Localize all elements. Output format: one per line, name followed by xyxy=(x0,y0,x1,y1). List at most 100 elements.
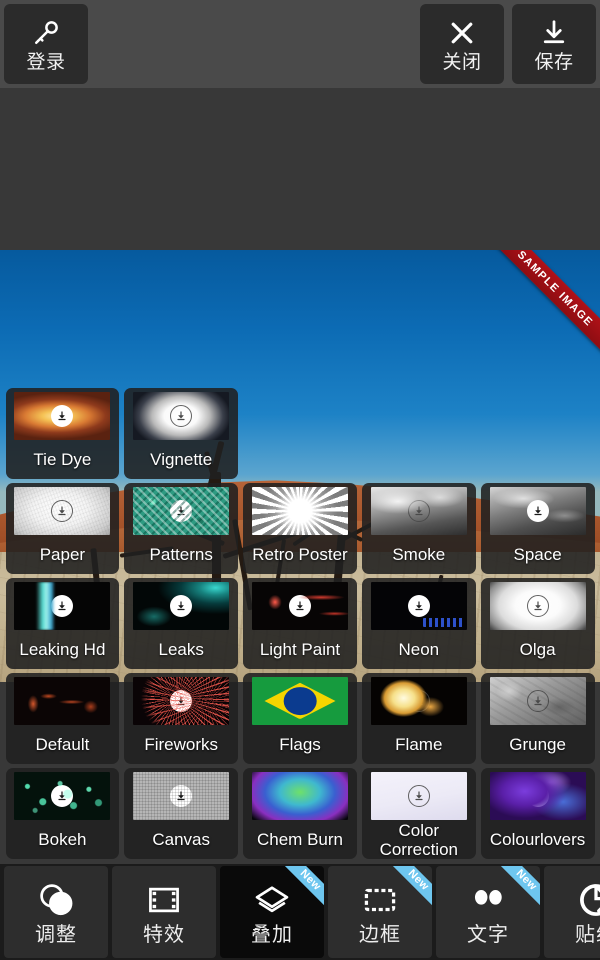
filter-thumbnail xyxy=(251,582,348,630)
download-icon[interactable] xyxy=(51,500,74,522)
filter-thumbnail xyxy=(251,487,348,535)
download-icon[interactable] xyxy=(170,500,193,522)
filter-label: Patterns xyxy=(149,544,213,564)
download-icon[interactable] xyxy=(526,785,549,807)
filter-tile[interactable]: Tie Dye xyxy=(5,388,120,479)
tab-adjust[interactable]: 调整 xyxy=(4,866,108,958)
filter-tile[interactable]: Bokeh xyxy=(5,768,120,859)
filter-thumbnail xyxy=(370,487,467,535)
download-icon[interactable] xyxy=(288,500,311,522)
tab-overlay[interactable]: 叠加 New xyxy=(220,866,324,958)
filter-thumbnail xyxy=(489,582,586,630)
filter-label: Colourlovers xyxy=(489,830,586,849)
filter-label: Vignette xyxy=(150,449,213,469)
filter-tile[interactable]: Olga xyxy=(480,578,595,669)
filter-label: Space xyxy=(513,544,562,564)
close-icon xyxy=(447,16,477,50)
filter-tile[interactable]: Color Correction xyxy=(361,768,476,859)
filter-thumbnail xyxy=(133,677,230,725)
filter-tile[interactable]: Fireworks xyxy=(124,673,239,764)
download-icon[interactable] xyxy=(170,595,193,617)
tab-label: 贴纸 xyxy=(575,924,600,946)
filter-thumbnail xyxy=(370,582,467,630)
filter-label: Chem Burn xyxy=(257,829,343,849)
frame-icon xyxy=(361,879,399,921)
filter-thumbnail xyxy=(133,582,230,630)
download-icon[interactable] xyxy=(170,405,193,427)
filter-label: Flame xyxy=(395,734,443,754)
filter-tile[interactable]: Neon xyxy=(361,578,476,669)
flag-globe xyxy=(283,687,317,715)
filter-thumbnail xyxy=(370,677,467,725)
filter-thumbnail xyxy=(14,392,111,440)
save-button[interactable]: 保存 xyxy=(512,4,596,84)
filter-tile[interactable]: Colourlovers xyxy=(480,768,595,859)
quote-icon xyxy=(469,879,507,921)
filter-tile[interactable]: Flags xyxy=(243,673,357,764)
filter-tile[interactable]: Canvas xyxy=(124,768,239,859)
filter-tile[interactable]: Vignette xyxy=(124,388,239,479)
download-icon[interactable] xyxy=(526,500,549,522)
download-icon[interactable] xyxy=(51,405,74,427)
filter-thumbnail xyxy=(489,772,586,820)
filter-tile[interactable]: Leaks xyxy=(124,578,239,669)
save-download-icon xyxy=(539,16,569,50)
filter-thumbnail xyxy=(370,772,467,820)
filter-thumbnail xyxy=(489,487,586,535)
filter-tile[interactable]: Space xyxy=(480,483,595,574)
filter-thumbnail xyxy=(14,487,111,535)
download-icon[interactable] xyxy=(51,595,74,617)
tab-text[interactable]: 文字 New xyxy=(436,866,540,958)
filter-tile[interactable]: Light Paint xyxy=(243,578,357,669)
filter-label: Paper xyxy=(39,544,86,564)
filter-label: Default xyxy=(35,734,90,754)
filter-tile[interactable]: Paper xyxy=(5,483,120,574)
close-button[interactable]: 关闭 xyxy=(420,4,504,84)
save-label: 保存 xyxy=(534,52,574,73)
download-icon[interactable] xyxy=(526,595,549,617)
download-icon[interactable] xyxy=(170,690,193,712)
filter-label: Color Correction xyxy=(379,820,458,859)
login-label: 登录 xyxy=(26,52,66,73)
filter-thumbnail xyxy=(133,487,230,535)
download-icon[interactable] xyxy=(407,500,430,522)
download-icon[interactable] xyxy=(526,690,549,712)
filter-label: Canvas xyxy=(152,829,211,849)
filter-tile[interactable]: Chem Burn xyxy=(243,768,357,859)
close-label: 关闭 xyxy=(442,52,482,73)
filter-label: Grunge xyxy=(509,734,566,754)
filter-tile[interactable]: Leaking Hd xyxy=(5,578,120,669)
grid-empty-cell xyxy=(359,386,478,481)
bottom-tab-bar: 调整 特效 叠加New边框New文字New 贴纸 xyxy=(0,864,600,960)
download-icon[interactable] xyxy=(288,785,311,807)
filter-thumbnail xyxy=(14,582,111,630)
filter-thumbnail xyxy=(133,392,230,440)
overlay-filter-grid: Tie Dye Vignette Paper Patterns Retro Poster… xyxy=(0,386,600,866)
filter-tile[interactable]: Grunge xyxy=(480,673,595,764)
filter-tile[interactable]: Retro Poster xyxy=(243,483,357,574)
tab-sticker[interactable]: 贴纸 xyxy=(544,866,600,958)
download-icon[interactable] xyxy=(407,785,430,807)
filter-thumbnail xyxy=(251,772,348,820)
filter-tile[interactable]: Flame xyxy=(361,673,476,764)
filter-thumbnail xyxy=(133,772,230,820)
download-icon[interactable] xyxy=(407,595,430,617)
filter-label: Light Paint xyxy=(259,640,341,659)
filter-label: Bokeh xyxy=(38,829,87,849)
key-icon xyxy=(31,16,61,50)
tab-effects[interactable]: 特效 xyxy=(112,866,216,958)
tab-label: 叠加 xyxy=(251,924,293,946)
login-button[interactable]: 登录 xyxy=(4,4,88,84)
download-icon[interactable] xyxy=(288,595,311,617)
photo-editor-screen: 登录 关闭 保存 SAMPLE IMAGE Tie Dye Vignette P… xyxy=(0,0,600,960)
tab-frame[interactable]: 边框 New xyxy=(328,866,432,958)
filter-tile[interactable]: Patterns xyxy=(124,483,239,574)
download-icon[interactable] xyxy=(170,785,193,807)
filter-tile[interactable]: Smoke xyxy=(361,483,476,574)
filter-label: Leaks xyxy=(158,639,204,659)
tab-label: 文字 xyxy=(467,924,509,946)
filter-label: Fireworks xyxy=(144,734,219,754)
download-icon[interactable] xyxy=(51,785,74,807)
filter-tile[interactable]: Default xyxy=(5,673,120,764)
download-icon[interactable] xyxy=(407,690,430,712)
